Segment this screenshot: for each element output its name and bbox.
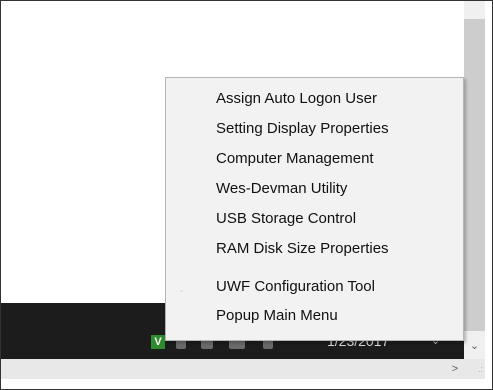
menu-item-uwf-configuration-tool[interactable]: UWF Configuration Tool — [166, 272, 463, 302]
menu-item-marker-icon: - — [180, 286, 184, 297]
menu-item-setting-display-properties[interactable]: Setting Display Properties — [166, 114, 463, 144]
vertical-scrollbar-thumb[interactable] — [464, 19, 485, 331]
screenshot-frame: ⌄ > .: V 1/23/2017 ⌄ Assign Auto Logon U… — [0, 0, 493, 390]
menu-item-popup-main-menu[interactable]: Popup Main Menu — [166, 301, 463, 331]
menu-item-ram-disk-size-properties[interactable]: RAM Disk Size Properties — [166, 234, 463, 264]
menu-item-wes-devman-utility[interactable]: Wes-Devman Utility — [166, 174, 463, 204]
resize-grip-icon: .: — [477, 364, 483, 374]
horizontal-scrollbar-track[interactable] — [1, 359, 485, 379]
scroll-right-arrow-icon[interactable]: > — [445, 359, 465, 379]
context-menu: Assign Auto Logon User Setting Display P… — [165, 77, 464, 341]
menu-item-usb-storage-control[interactable]: USB Storage Control — [166, 204, 463, 234]
tray-app-icon[interactable]: V — [151, 335, 165, 349]
scroll-down-arrow-icon[interactable]: ⌄ — [464, 334, 485, 358]
menu-item-assign-auto-logon-user[interactable]: Assign Auto Logon User — [166, 84, 463, 114]
menu-item-computer-management[interactable]: Computer Management — [166, 144, 463, 174]
